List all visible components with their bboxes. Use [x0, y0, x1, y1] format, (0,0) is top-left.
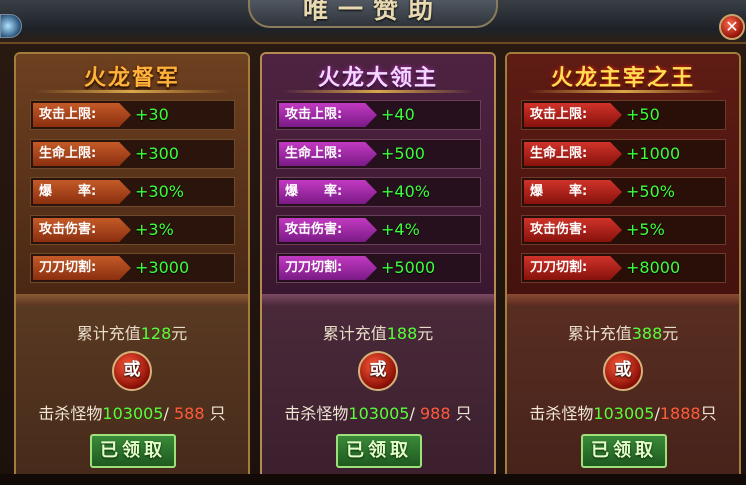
stat-row-hp-cap: 生命上限: +1000 — [521, 139, 726, 169]
stat-value: +1000 — [626, 144, 681, 163]
stat-row-cut: 刀刀切割: +8000 — [521, 253, 726, 283]
window-title: 唯一赞助 — [302, 0, 443, 24]
stat-label: 刀刀切割: — [524, 256, 622, 280]
section-divider — [507, 294, 739, 306]
or-badge: 或 — [603, 351, 643, 391]
kill-requirement: 击杀怪物103005/1888只 — [529, 404, 717, 423]
stat-row-drop-rate: 爆 率: +30% — [30, 177, 235, 207]
recharge-requirement: 累计充值128元 — [76, 324, 188, 343]
stat-label: 生命上限: — [524, 142, 622, 166]
stat-row-hp-cap: 生命上限: +500 — [276, 139, 481, 169]
stat-label: 爆 率: — [279, 180, 377, 204]
stat-label: 爆 率: — [33, 180, 131, 204]
stat-value: +8000 — [626, 258, 681, 277]
stat-row-drop-rate: 爆 率: +40% — [276, 177, 481, 207]
stat-value: +40 — [381, 105, 415, 124]
claimed-button[interactable]: 已领取 — [336, 434, 422, 468]
sponsor-window: 唯一赞助 ✕ 火龙督军 攻击上限: +30 生命上限: +300 爆 率: +3… — [0, 0, 746, 485]
stat-value: +3000 — [135, 258, 190, 277]
claimed-button[interactable]: 已领取 — [90, 434, 176, 468]
section-divider — [16, 294, 248, 306]
stat-row-cut: 刀刀切割: +5000 — [276, 253, 481, 283]
stat-row-damage: 攻击伤害: +4% — [276, 215, 481, 245]
tier-panel-3: 火龙主宰之王 攻击上限: +50 生命上限: +1000 爆 率: +50% 攻… — [505, 52, 741, 485]
stat-value: +50% — [626, 182, 675, 201]
close-button[interactable]: ✕ — [719, 14, 745, 40]
stat-value: +40% — [381, 182, 430, 201]
stat-label: 攻击伤害: — [524, 218, 622, 242]
bottom-edge — [0, 474, 746, 485]
stat-value: +4% — [381, 220, 420, 239]
stat-value: +30% — [135, 182, 184, 201]
stat-value: +300 — [135, 144, 179, 163]
stat-value: +3% — [135, 220, 174, 239]
stat-label: 生命上限: — [33, 142, 131, 166]
tier-name: 火龙督军 — [83, 65, 180, 91]
tier-name: 火龙大领主 — [317, 65, 438, 91]
name-divider — [36, 90, 228, 93]
stat-label: 攻击上限: — [279, 103, 377, 127]
stat-label: 刀刀切割: — [279, 256, 377, 280]
stat-value: +30 — [135, 105, 169, 124]
tier-name: 火龙主宰之王 — [550, 65, 695, 91]
stat-row-attack-cap: 攻击上限: +30 — [30, 100, 235, 130]
stat-value: +500 — [381, 144, 425, 163]
stat-row-damage: 攻击伤害: +5% — [521, 215, 726, 245]
tier-panel-2: 火龙大领主 攻击上限: +40 生命上限: +500 爆 率: +40% 攻击伤… — [260, 52, 496, 485]
stat-row-cut: 刀刀切割: +3000 — [30, 253, 235, 283]
stat-value: +50 — [626, 105, 660, 124]
claimed-button[interactable]: 已领取 — [581, 434, 667, 468]
stat-label: 爆 率: — [524, 180, 622, 204]
recharge-requirement: 累计充值388元 — [567, 324, 679, 343]
stat-label: 刀刀切割: — [33, 256, 131, 280]
stat-label: 生命上限: — [279, 142, 377, 166]
tier-panel-1: 火龙督军 攻击上限: +30 生命上限: +300 爆 率: +30% 攻击伤害… — [14, 52, 250, 485]
stat-label: 攻击上限: — [33, 103, 131, 127]
stat-row-hp-cap: 生命上限: +300 — [30, 139, 235, 169]
section-divider — [262, 294, 494, 306]
stat-label: 攻击伤害: — [33, 218, 131, 242]
stat-row-damage: 攻击伤害: +3% — [30, 215, 235, 245]
name-divider — [282, 90, 474, 93]
recharge-requirement: 累计充值188元 — [322, 324, 434, 343]
stat-label: 攻击伤害: — [279, 218, 377, 242]
name-divider — [527, 90, 719, 93]
or-badge: 或 — [112, 351, 152, 391]
or-badge: 或 — [358, 351, 398, 391]
kill-requirement: 击杀怪物103005/ 988 只 — [284, 404, 472, 423]
stat-label: 攻击上限: — [524, 103, 622, 127]
stat-row-drop-rate: 爆 率: +50% — [521, 177, 726, 207]
stat-value: +5% — [626, 220, 665, 239]
stat-row-attack-cap: 攻击上限: +50 — [521, 100, 726, 130]
stat-value: +5000 — [381, 258, 436, 277]
kill-requirement: 击杀怪物103005/ 588 只 — [38, 404, 226, 423]
stat-row-attack-cap: 攻击上限: +40 — [276, 100, 481, 130]
